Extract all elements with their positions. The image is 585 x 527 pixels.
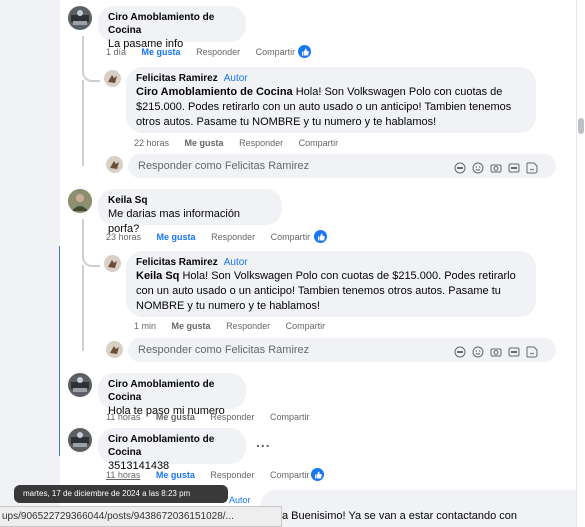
comment-author: Felicitas Ramirez Autor (136, 72, 526, 85)
avatar[interactable] (104, 70, 121, 87)
focus-line (59, 246, 60, 456)
thread-line (82, 219, 100, 267)
thread-line (82, 36, 100, 82)
avatar[interactable] (68, 189, 92, 213)
comment-actions: 1 min Me gusta Responder Compartir (134, 320, 338, 332)
timestamp-tooltip: martes, 17 de diciembre de 2024 a las 8:… (14, 485, 228, 503)
comment-text: Keila Sq Hola! Son Volkswagen Polo con c… (136, 269, 526, 314)
reply-input[interactable]: Responder como Felicitas Ramirez (128, 154, 556, 178)
text-line: otros autos. Pasame tu NOMBRE y tu numer… (136, 116, 437, 128)
more-options-button[interactable]: ... (256, 434, 271, 450)
comment-actions: 23 horas Me gusta Responder Compartir (106, 231, 323, 243)
comment-bubble: Ciro Amoblamiento de Cocina Hola te paso… (98, 373, 246, 417)
text-line: $215.000. Podes retirarlo con un auto us… (136, 101, 512, 113)
gif-icon[interactable] (454, 343, 466, 358)
avatar[interactable] (68, 428, 92, 452)
gif-box-icon[interactable] (508, 343, 520, 357)
comment-time[interactable]: 1 día (106, 47, 126, 57)
thread-line (82, 265, 104, 351)
author-badge: Autor (229, 495, 251, 505)
author-name[interactable]: Felicitas Ramirez (136, 73, 218, 84)
comment-time[interactable]: 1 min (134, 321, 156, 331)
reply-link[interactable]: Responder (210, 412, 254, 422)
like-link[interactable]: Me gusta (172, 321, 211, 331)
mention-link[interactable]: Keila Sq (136, 270, 179, 282)
avatar (106, 341, 123, 358)
comment-author: Felicitas Ramirez Autor (136, 256, 526, 269)
reply-bubble: Felicitas Ramirez Autor Ciro Amoblamiento… (126, 67, 536, 133)
like-link[interactable]: Me gusta (156, 412, 195, 422)
share-link[interactable]: Compartir (270, 412, 310, 422)
avatar[interactable] (104, 255, 121, 272)
left-gutter (0, 0, 60, 527)
avatar (106, 156, 123, 173)
comment-time[interactable]: 22 horas (134, 138, 169, 148)
reply-input[interactable]: Responder como Felicitas Ramirez (128, 338, 556, 362)
reply-link[interactable]: Responder (210, 470, 254, 480)
thread-line (82, 80, 104, 166)
comment-actions: 11 horas Me gusta Responder Compartir (106, 411, 322, 423)
reply-link[interactable]: Responder (196, 47, 240, 57)
comment-author[interactable]: Keila Sq (108, 194, 272, 207)
like-icon[interactable] (311, 468, 324, 481)
comment-actions: 11 horas Me gusta Responder Compartir (106, 469, 322, 481)
text-line: Hola! Son Volkswagen Polo con cuotas de (292, 86, 503, 98)
mention-link[interactable]: Ciro Amoblamiento de Cocina (136, 86, 293, 98)
scrollbar-thumb[interactable] (578, 118, 584, 134)
sticker-icon[interactable] (526, 343, 538, 358)
share-link[interactable]: Compartir (270, 470, 310, 480)
gif-box-icon[interactable] (508, 159, 520, 173)
emoji-icon[interactable] (472, 343, 484, 358)
comment-time[interactable]: 11 horas (106, 470, 140, 480)
share-link[interactable]: Compartir (271, 232, 311, 242)
status-bar-url: ups/906522729366044/posts/94386720361510… (0, 506, 282, 527)
comment-bubble: Ciro Amoblamiento de Cocina 3513141438 (98, 428, 246, 472)
comment-actions: 1 día Me gusta Responder Compartir (106, 46, 308, 58)
comment-time[interactable]: 23 horas (106, 232, 141, 242)
comment-text: Ciro Amoblamiento de Cocina Hola! Son Vo… (136, 85, 526, 130)
author-badge: Autor (223, 73, 248, 84)
gif-icon[interactable] (454, 159, 466, 174)
reply-placeholder: Responder como Felicitas Ramirez (138, 160, 310, 172)
author-name[interactable]: Felicitas Ramirez (136, 257, 218, 268)
text-line: con un auto usado o un anticipo! Tambien… (136, 285, 501, 297)
like-icon[interactable] (298, 45, 311, 58)
author-badge: Autor (223, 257, 248, 268)
camera-icon[interactable] (490, 159, 502, 173)
comment-bubble: Keila Sq Me darias mas información porfa… (98, 189, 282, 235)
reply-bubble: Felicitas Ramirez Autor Keila Sq Hola! So… (126, 251, 536, 317)
comment-bubble: Ciro Amoblamiento de Cocina La pasame in… (98, 6, 246, 50)
emoji-icon[interactable] (472, 159, 484, 174)
reply-placeholder: Responder como Felicitas Ramirez (138, 344, 310, 356)
comment-text: a Buenisimo! Ya se van a estar contactan… (282, 510, 518, 522)
like-link[interactable]: Me gusta (142, 47, 181, 57)
share-link[interactable]: Compartir (256, 47, 296, 57)
comment-author[interactable]: Ciro Amoblamiento de Cocina (108, 433, 236, 459)
share-link[interactable]: Compartir (299, 138, 339, 148)
comment-actions: 22 horas Me gusta Responder Compartir (134, 137, 351, 149)
comment-author[interactable]: Ciro Amoblamiento de Cocina (108, 378, 236, 404)
text-line: Hola! Son Volkswagen Polo con cuotas de … (179, 270, 516, 282)
reply-link[interactable]: Responder (226, 321, 270, 331)
camera-icon[interactable] (490, 343, 502, 357)
like-link[interactable]: Me gusta (157, 232, 196, 242)
comment-author[interactable]: Ciro Amoblamiento de Cocina (108, 11, 236, 37)
comment-time[interactable]: 11 horas (106, 412, 140, 422)
like-icon[interactable] (314, 230, 327, 243)
like-link[interactable]: Me gusta (185, 138, 224, 148)
reply-link[interactable]: Responder (211, 232, 255, 242)
text-line: NOMBRE y tu numero y te hablamos! (136, 300, 321, 312)
like-link[interactable]: Me gusta (156, 470, 195, 480)
scrollbar-track[interactable] (576, 0, 585, 527)
avatar[interactable] (68, 373, 92, 397)
sticker-icon[interactable] (526, 159, 538, 174)
reply-link[interactable]: Responder (239, 138, 283, 148)
avatar[interactable] (68, 6, 92, 30)
share-link[interactable]: Compartir (286, 321, 326, 331)
